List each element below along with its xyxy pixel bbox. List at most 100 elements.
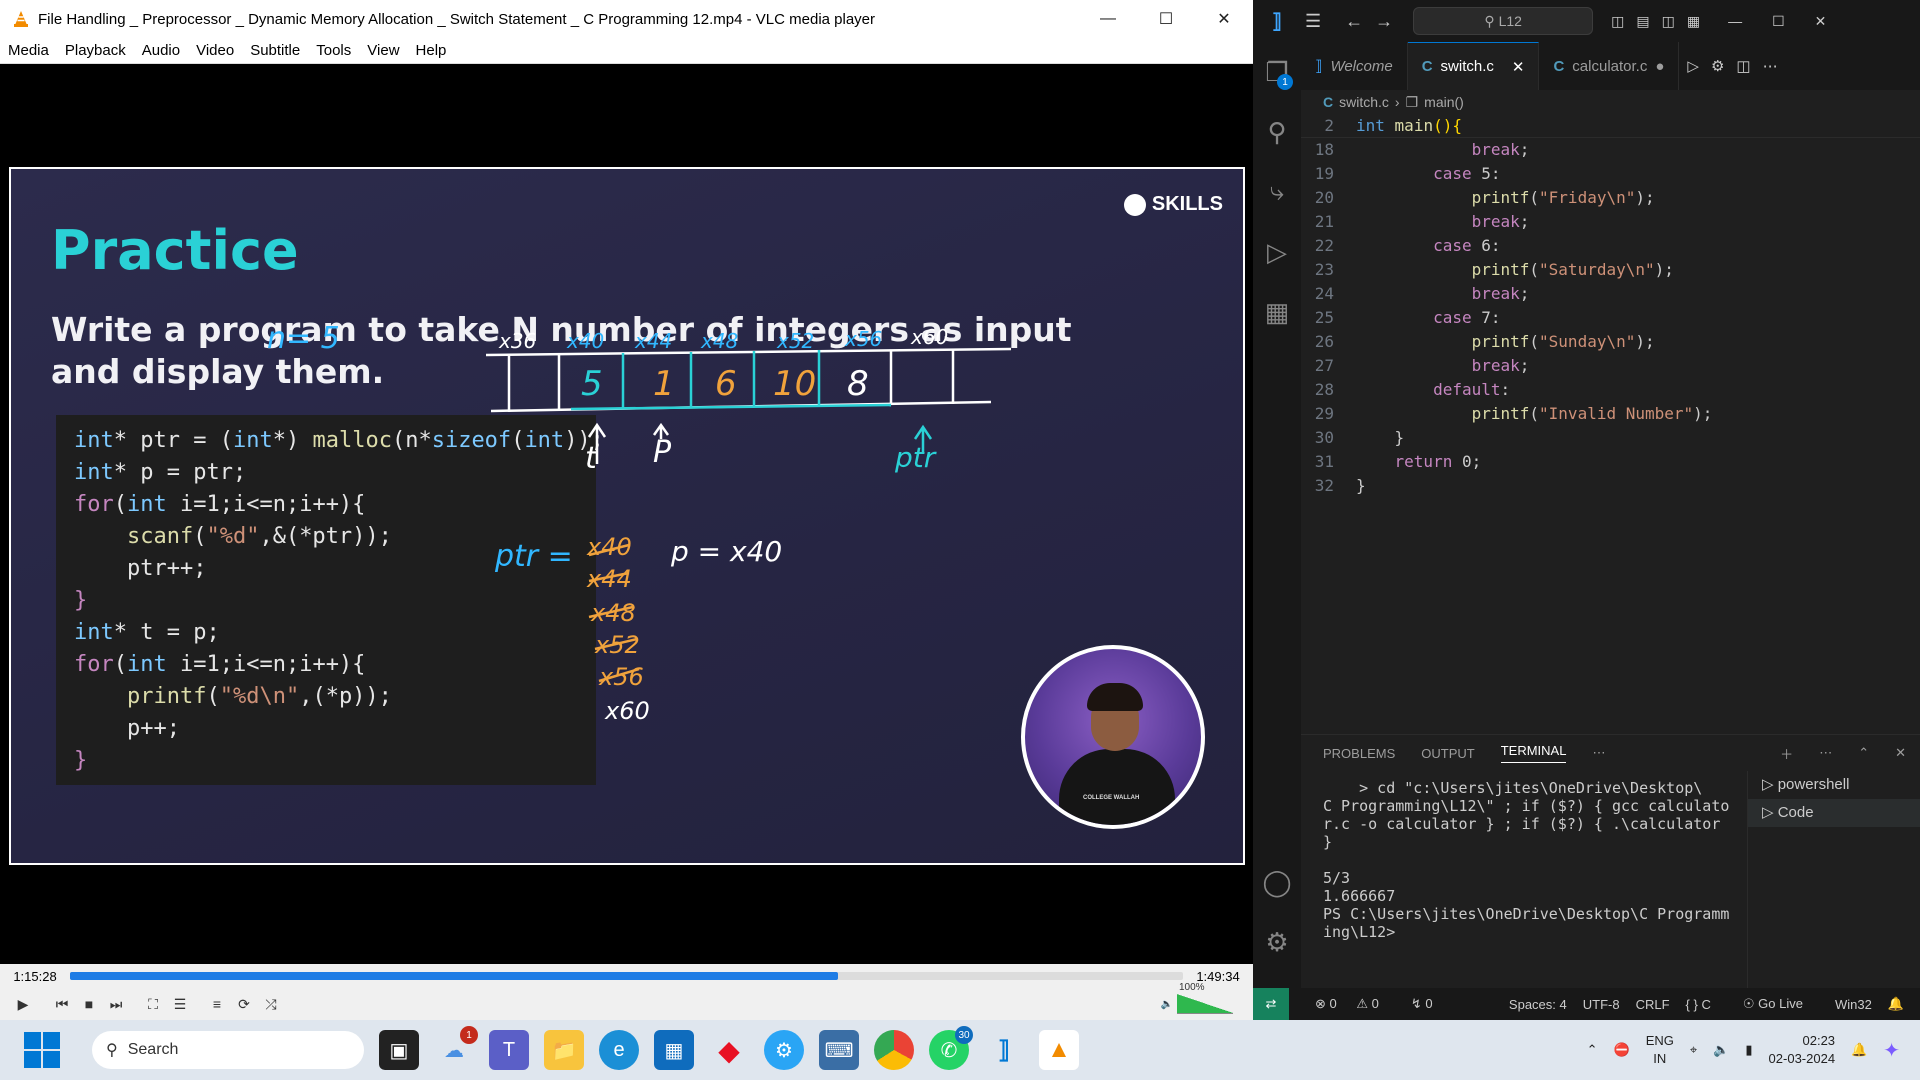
previous-icon[interactable]: ⏮ xyxy=(49,991,75,1017)
next-icon[interactable]: ⏭ xyxy=(103,991,129,1017)
maximize-button[interactable]: ☐ xyxy=(1772,13,1785,30)
tab-output[interactable]: OUTPUT xyxy=(1421,746,1474,761)
vlc-taskbar-icon[interactable]: ▲ xyxy=(1039,1030,1079,1070)
terminal-output[interactable]: > cd "c:\Users\jites\OneDrive\Desktop\ C … xyxy=(1323,779,1741,941)
security-icon[interactable]: ⛔ xyxy=(1614,1042,1630,1058)
task-view-icon[interactable]: ▣ xyxy=(379,1030,419,1070)
run-icon[interactable]: ▷ xyxy=(1687,57,1699,75)
menu-media[interactable]: Media xyxy=(8,42,49,59)
maximize-button[interactable]: ☐ xyxy=(1137,0,1195,38)
close-panel-icon[interactable]: ✕ xyxy=(1895,745,1906,761)
vscode-taskbar-icon[interactable]: ⟧ xyxy=(984,1030,1024,1070)
back-arrow-icon[interactable]: ← xyxy=(1345,11,1363,32)
loop-icon[interactable]: ⟳ xyxy=(231,991,257,1017)
gear-icon[interactable]: ⚙ xyxy=(1253,912,1301,972)
teams-icon[interactable]: T xyxy=(489,1030,529,1070)
bell-icon[interactable]: 🔔 xyxy=(1888,996,1904,1012)
close-icon[interactable]: ✕ xyxy=(1512,58,1525,76)
taskbar-search[interactable]: ⚲ Search xyxy=(92,1031,364,1069)
terminal-item-powershell[interactable]: ▷ powershell xyxy=(1748,771,1920,799)
play-icon[interactable]: ▶ xyxy=(8,991,38,1017)
breadcrumb-file[interactable]: switch.c xyxy=(1339,94,1389,110)
menu-tools[interactable]: Tools xyxy=(316,42,351,59)
tab-welcome[interactable]: ⟧ Welcome xyxy=(1301,42,1408,90)
tab-switch-c[interactable]: C switch.c ✕ xyxy=(1407,42,1540,90)
speaker-icon[interactable]: 🔈 xyxy=(1161,999,1173,1010)
video-area[interactable]: SKILLS Practice Write a program to take … xyxy=(0,64,1253,964)
notifications-icon[interactable]: 🔔 xyxy=(1851,1042,1867,1058)
tray-overflow-icon[interactable]: ⌃ xyxy=(1587,1042,1598,1058)
toggle-sidebar-icon[interactable]: ◫ xyxy=(1611,13,1624,30)
menu-view[interactable]: View xyxy=(367,42,399,59)
panel-more-icon[interactable]: ⋯ xyxy=(1819,745,1832,761)
extensions-icon[interactable]: ▦ xyxy=(1253,282,1301,342)
remote-icon[interactable]: ⇄ xyxy=(1253,988,1289,1020)
copilot-icon[interactable]: ✦ xyxy=(1883,1038,1900,1063)
code-editor[interactable]: 2 int main(){ 18 break; 19 case 5: 20 prin… xyxy=(1301,114,1920,734)
file-explorer-icon[interactable]: 📁 xyxy=(544,1030,584,1070)
onscreen-keyboard-icon[interactable]: ⌨ xyxy=(819,1030,859,1070)
hamburger-menu-icon[interactable]: ☰ xyxy=(1305,11,1321,32)
maximize-panel-icon[interactable]: ⌃ xyxy=(1858,745,1869,761)
eol-status[interactable]: CRLF xyxy=(1636,997,1670,1012)
tab-calculator-c[interactable]: C calculator.c ● xyxy=(1539,42,1680,90)
indentation-status[interactable]: Spaces: 4 xyxy=(1509,997,1567,1012)
breadcrumb-symbol[interactable]: main() xyxy=(1424,94,1464,110)
close-button[interactable]: ✕ xyxy=(1195,0,1253,38)
store-icon[interactable]: ▦ xyxy=(654,1030,694,1070)
wifi-icon[interactable]: ⌖ xyxy=(1690,1042,1697,1058)
language-status[interactable]: { } C xyxy=(1686,997,1727,1012)
toggle-panel-icon[interactable]: ▤ xyxy=(1636,13,1649,30)
extended-settings-icon[interactable]: ☰ xyxy=(167,991,193,1017)
whatsapp-icon[interactable]: ✆ 30 xyxy=(929,1026,973,1070)
volume-slider[interactable] xyxy=(1177,994,1233,1014)
problems-status[interactable]: ⊗ 0 ⚠ 0 xyxy=(1315,996,1395,1012)
clock[interactable]: 02:23 02-03-2024 xyxy=(1769,1032,1836,1068)
source-control-icon[interactable]: ⤷ xyxy=(1253,162,1301,222)
shuffle-icon[interactable]: ⤮ xyxy=(258,991,284,1017)
volume-icon[interactable]: 🔈 xyxy=(1713,1042,1729,1058)
python-icon[interactable]: ⚙ xyxy=(764,1030,804,1070)
seek-bar[interactable] xyxy=(70,972,1183,980)
unsaved-dot-icon[interactable]: ● xyxy=(1655,58,1664,75)
edge-icon[interactable]: e xyxy=(599,1030,639,1070)
menu-audio[interactable]: Audio xyxy=(142,42,180,59)
minimize-button[interactable]: — xyxy=(1728,13,1742,29)
windows-start-icon[interactable] xyxy=(24,1032,60,1068)
tab-terminal[interactable]: TERMINAL xyxy=(1500,743,1567,763)
run-debug-icon[interactable]: ▷ xyxy=(1253,222,1301,282)
layout-icon[interactable]: ▦ xyxy=(1687,13,1700,30)
account-icon[interactable]: ◯ xyxy=(1253,852,1301,912)
encoding-status[interactable]: UTF-8 xyxy=(1583,997,1620,1012)
chrome-icon[interactable] xyxy=(874,1030,914,1070)
menu-help[interactable]: Help xyxy=(416,42,447,59)
volume-control[interactable]: 🔈 100% xyxy=(1161,982,1233,1014)
toggle-secondary-icon[interactable]: ◫ xyxy=(1662,13,1675,30)
playlist-icon[interactable]: ≡ xyxy=(204,991,230,1017)
close-button[interactable]: ✕ xyxy=(1815,13,1827,30)
command-search[interactable]: ⚲ L12 xyxy=(1413,7,1594,35)
onedrive-icon[interactable]: ☁ 1 xyxy=(434,1026,478,1070)
ports-status[interactable]: ↯ 0 xyxy=(1411,996,1449,1012)
stop-icon[interactable]: ■ xyxy=(76,991,102,1017)
platform-status[interactable]: Win32 xyxy=(1835,997,1872,1012)
menu-playback[interactable]: Playback xyxy=(65,42,126,59)
split-editor-icon[interactable]: ◫ xyxy=(1736,57,1750,75)
battery-icon[interactable]: ▮ xyxy=(1745,1042,1752,1058)
forward-arrow-icon[interactable]: → xyxy=(1375,11,1393,32)
minimize-button[interactable]: — xyxy=(1079,0,1137,38)
office-icon[interactable]: ◆ xyxy=(709,1030,749,1070)
menu-video[interactable]: Video xyxy=(196,42,234,59)
fullscreen-icon[interactable]: ⛶ xyxy=(140,991,166,1017)
terminal-item-code[interactable]: ▷ Code xyxy=(1748,799,1920,827)
search-icon[interactable]: ⚲ xyxy=(1253,102,1301,162)
tab-problems[interactable]: PROBLEMS xyxy=(1323,746,1395,761)
more-icon[interactable]: ⋯ xyxy=(1592,745,1605,761)
more-actions-icon[interactable]: ⋯ xyxy=(1763,57,1778,75)
go-live-button[interactable]: ☉ Go Live xyxy=(1743,996,1819,1012)
menu-subtitle[interactable]: Subtitle xyxy=(250,42,300,59)
language-indicator[interactable]: ENG IN xyxy=(1646,1032,1674,1068)
gear-icon[interactable]: ⚙ xyxy=(1711,57,1724,75)
new-terminal-icon[interactable]: ＋ xyxy=(1780,744,1793,763)
explorer-icon[interactable]: ❐ 1 xyxy=(1253,42,1301,102)
